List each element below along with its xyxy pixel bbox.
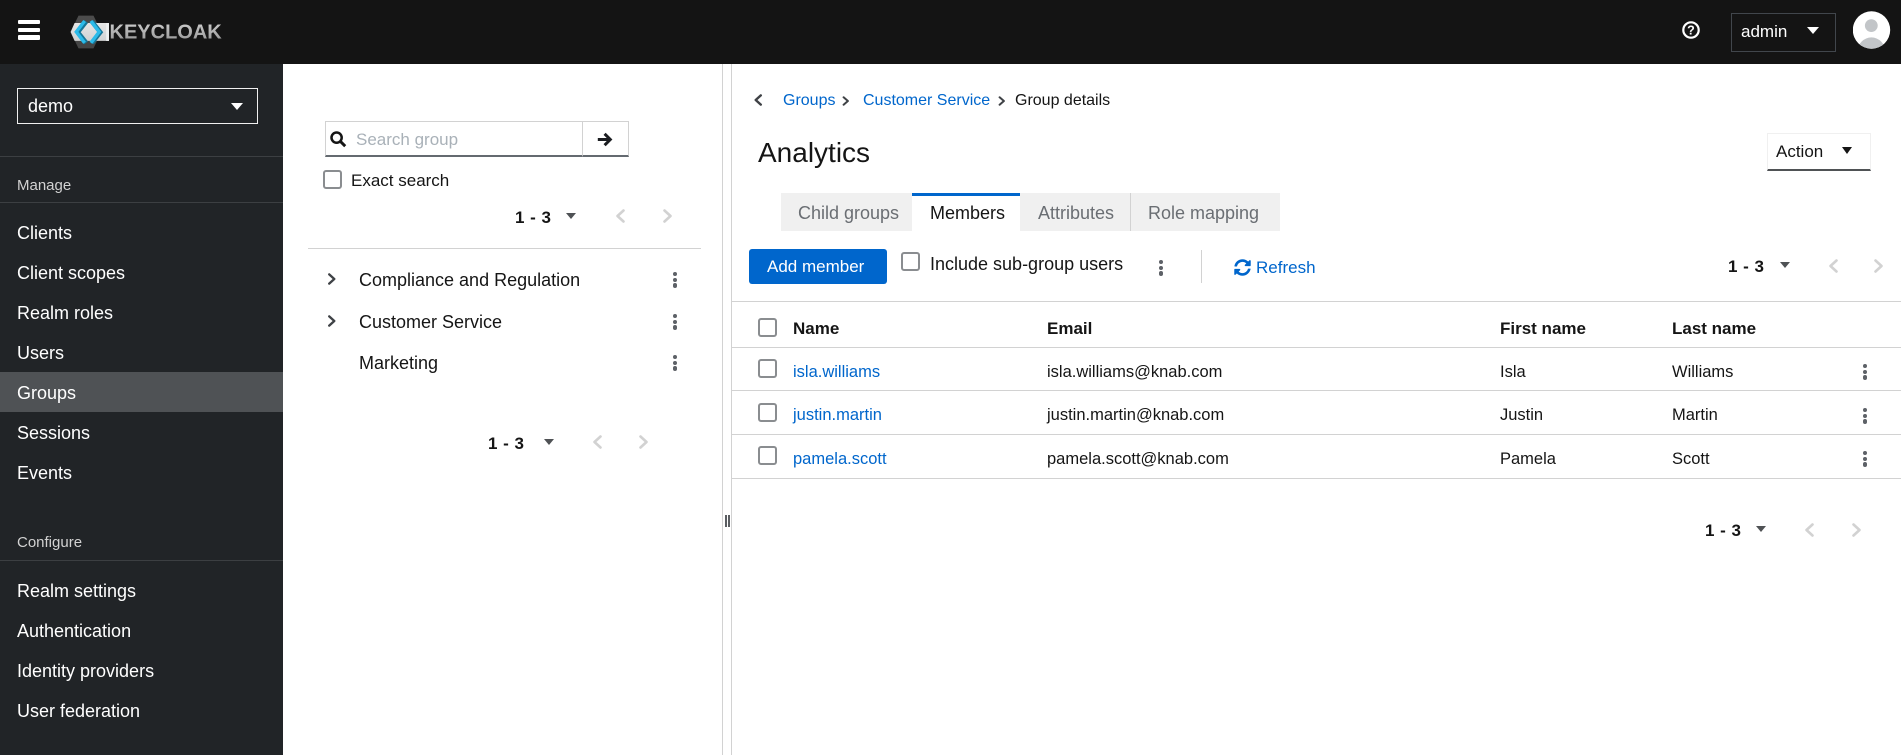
svg-text:?: ? xyxy=(1687,24,1695,38)
svg-text:KEYCLOAK: KEYCLOAK xyxy=(110,22,223,44)
